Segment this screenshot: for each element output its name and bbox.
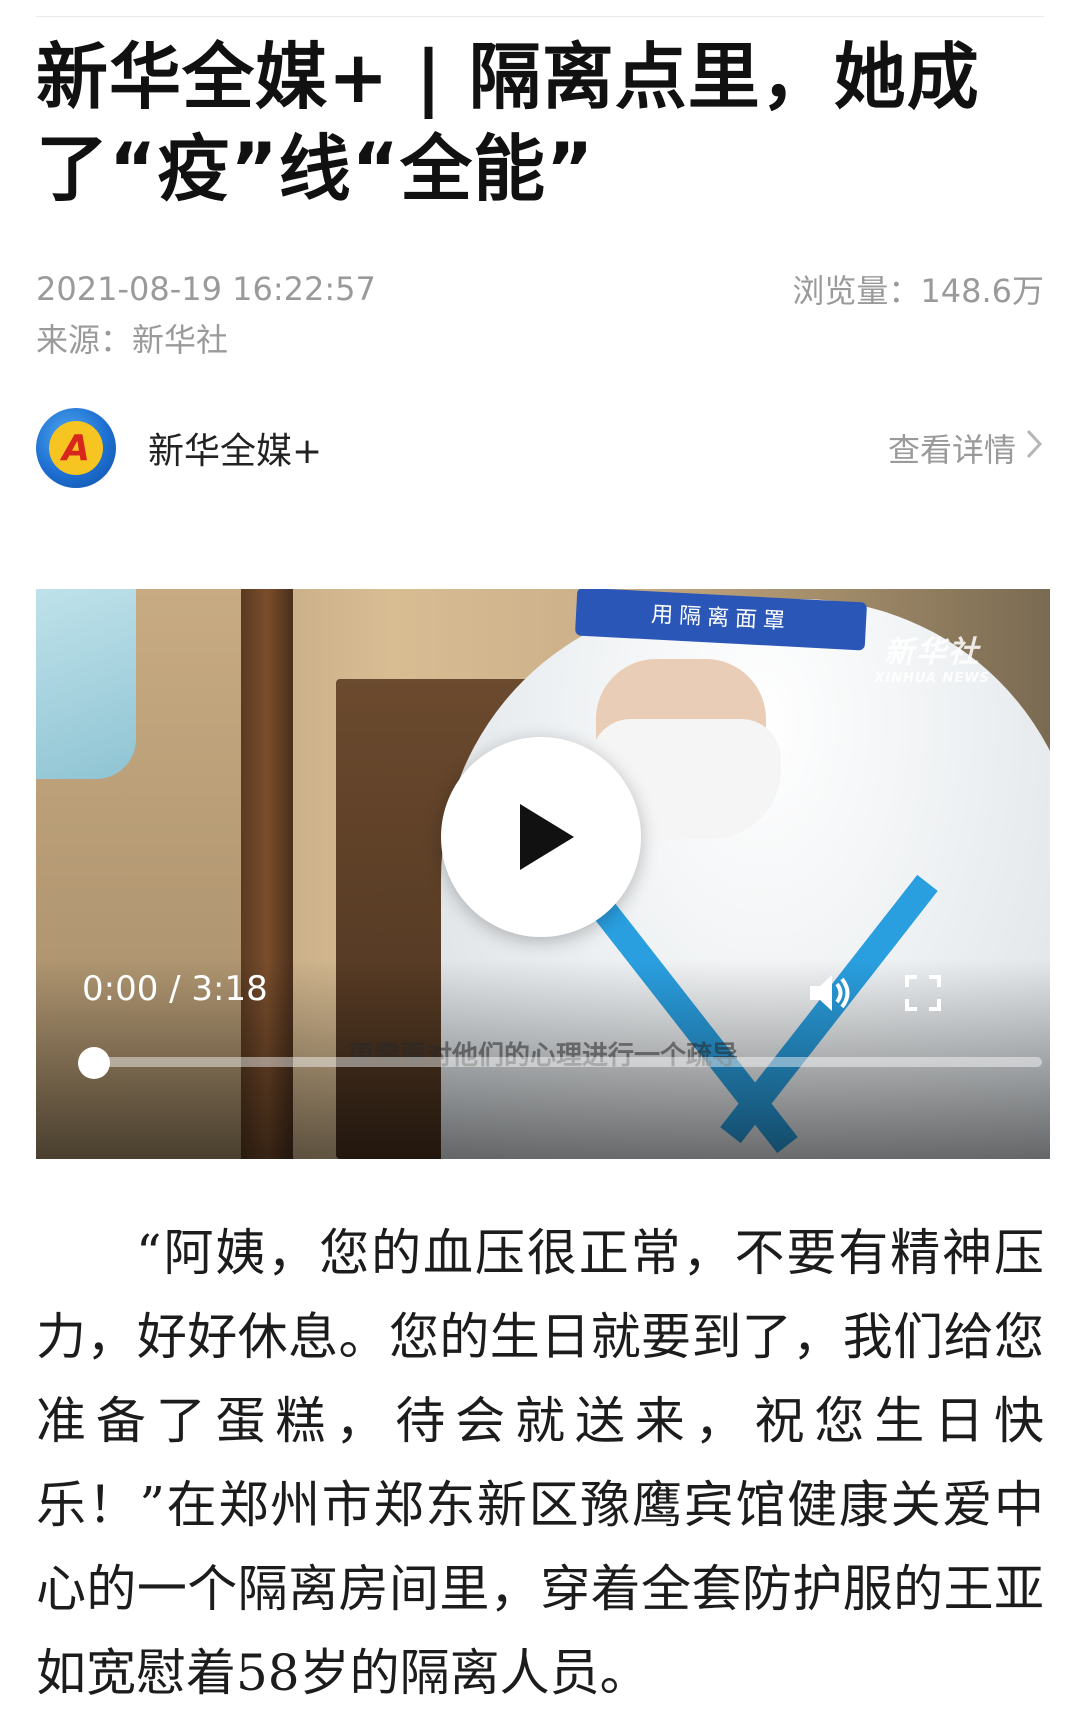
publish-datetime: 2021-08-19 16:22:57: [36, 270, 376, 308]
video-player[interactable]: 用隔离面罩 新华社 XINHUA NEWS 0:00 / 3:18 更需要对他们…: [36, 589, 1050, 1159]
article-meta: 2021-08-19 16:22:57 浏览量：148.6万 来源：新华社: [36, 263, 1044, 365]
volume-icon: [810, 975, 850, 1011]
watermark-cn: 新华社: [884, 635, 981, 670]
watermark-en: XINHUA NEWS: [874, 671, 990, 686]
video-frame-glove: [36, 589, 136, 779]
fullscreen-icon: [905, 975, 941, 1011]
xinhua-watermark: 新华社 XINHUA NEWS: [874, 627, 990, 686]
account-logo[interactable]: A: [36, 408, 116, 488]
account-logo-letter: A: [49, 421, 103, 475]
view-count: 浏览量：148.6万: [792, 266, 1044, 312]
view-details-label: 查看详情: [887, 431, 1016, 469]
view-count-label: 浏览量：: [792, 272, 921, 310]
fullscreen-button[interactable]: [904, 974, 942, 1016]
view-details-link[interactable]: 查看详情: [888, 425, 1044, 471]
top-divider: [36, 16, 1044, 17]
article-body: “阿姨，您的血压很正常，不要有精神压力，好好休息。您的生日就要到了，我们给您准备…: [36, 1224, 1044, 1702]
article-source: 来源：新华社: [36, 321, 229, 359]
play-button[interactable]: [441, 737, 641, 937]
time-display: 0:00 / 3:18: [82, 969, 268, 1009]
volume-button[interactable]: [806, 969, 854, 1021]
progress-knob[interactable]: [78, 1047, 110, 1079]
account-bar: A 新华全媒+ 查看详情: [36, 407, 1044, 489]
play-icon: [520, 804, 574, 870]
article-title: 新华全媒+ | 隔离点里，她成了“疫”线“全能”: [36, 35, 980, 211]
progress-bar[interactable]: [94, 1057, 1042, 1067]
account-name[interactable]: 新华全媒+: [148, 422, 888, 474]
view-count-value: 148.6万: [920, 272, 1044, 310]
chevron-right-icon: [1024, 427, 1044, 470]
